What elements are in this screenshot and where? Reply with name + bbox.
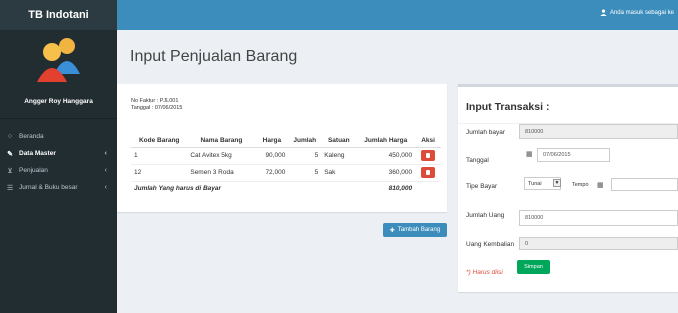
save-button[interactable]: Simpan (517, 260, 550, 274)
col-harga: Harga (255, 134, 289, 148)
items-table: Kode Barang Nama Barang Harga Jumlah Sat… (131, 134, 441, 195)
chevron-left-icon: ‹ (104, 167, 107, 174)
page-title: Input Penjualan Barang (130, 48, 298, 65)
cell-kode: 1 (131, 146, 188, 164)
chevron-down-icon[interactable]: ▼ (553, 179, 561, 187)
table-row: 12 Semen 3 Roda 72,000 5 Sak 360,000 (131, 163, 441, 181)
cell-nama: Semen 3 Roda (187, 163, 256, 181)
calendar-icon: ▦ (597, 182, 604, 189)
user-note-text: Anda masuk sebagai ke (609, 9, 674, 16)
cell-nama: Cat Avitex 5kg (187, 146, 256, 164)
cell-satuan: Sak (321, 163, 357, 181)
sidebar-item-beranda[interactable]: ○ Beranda (0, 128, 117, 145)
tipe-bayar-label: Tipe Bayar (466, 183, 498, 190)
invoice-number: No Faktur : PJL001 (131, 98, 179, 104)
book-icon: ☰ (6, 184, 14, 192)
col-nama-barang: Nama Barang (187, 134, 256, 148)
sidebar-menu: ○ Beranda ✎ Data Master ‹ ⊻ Penjualan ‹ … (0, 128, 117, 196)
delete-button[interactable] (421, 167, 436, 178)
invoice-date: Tanggal : 07/06/2015 (131, 105, 183, 111)
sidebar-item-data-master[interactable]: ✎ Data Master ‹ (0, 145, 117, 162)
avatar-icon (37, 38, 80, 82)
jumlah-bayar-label: Jumlah bayar (466, 129, 506, 136)
circle-o-icon: ○ (7, 133, 13, 140)
total-value: 810,000 (356, 180, 416, 195)
required-note: *) Harus diisi (466, 269, 503, 276)
col-aksi: Aksi (415, 134, 441, 148)
sidebar-divider (0, 118, 117, 119)
cell-jumlah-harga: 360,000 (356, 163, 416, 181)
user-menu[interactable]: Anda masuk sebagai ke (600, 9, 674, 16)
kembalian-field[interactable]: 0 (519, 237, 678, 250)
plus-icon: ✚ (389, 227, 395, 234)
transaction-title: Input Transaksi : (466, 101, 550, 113)
sidebar-item-penjualan[interactable]: ⊻ Penjualan ‹ (0, 162, 117, 179)
cell-harga: 72,000 (255, 163, 289, 181)
cell-jumlah-harga: 450,000 (356, 146, 416, 164)
table-total-row: Jumlah Yang harus di Bayar 810,000 (131, 180, 441, 195)
table-header-row: Kode Barang Nama Barang Harga Jumlah Sat… (131, 134, 441, 148)
calendar-icon: ▦ (526, 151, 533, 158)
chevron-left-icon: ‹ (104, 184, 107, 191)
cell-jumlah: 5 (288, 146, 322, 164)
cell-harga: 90,000 (255, 146, 289, 164)
col-satuan: Satuan (321, 134, 357, 148)
delete-button[interactable] (421, 150, 436, 161)
top-navbar: Anda masuk sebagai ke (117, 0, 678, 30)
jumlah-uang-label: Jumlah Uang (466, 212, 505, 219)
invoice-info: No Faktur : PJL001 Tanggal : 07/06/2015 (131, 98, 182, 112)
chevron-left-icon: ‹ (104, 150, 107, 157)
col-kode-barang: Kode Barang (131, 134, 188, 148)
cell-aksi (415, 146, 441, 164)
tempo-label: Tempo (572, 182, 589, 188)
cell-satuan: Kaleng (321, 146, 357, 164)
total-label: Jumlah Yang harus di Bayar (131, 180, 357, 195)
app-brand[interactable]: TB Indotani (0, 0, 117, 30)
total-empty-cell (415, 180, 441, 195)
user-icon (600, 9, 607, 16)
col-jumlah-harga: Jumlah Harga (356, 134, 416, 148)
jumlah-uang-field[interactable]: 810000 (519, 210, 678, 226)
cart-icon: ⊻ (7, 167, 13, 175)
cell-aksi (415, 163, 441, 181)
table-row: 1 Cat Avitex 5kg 90,000 5 Kaleng 450,000 (131, 146, 441, 164)
items-panel: No Faktur : PJL001 Tanggal : 07/06/2015 … (117, 84, 447, 212)
add-item-label: Tambah Barang (397, 227, 441, 233)
sidebar-item-label: Data Master (19, 150, 56, 157)
tempo-field[interactable] (611, 178, 678, 191)
sidebar-item-jurnal[interactable]: ☰ Jurnal & Buku besar ‹ (0, 179, 117, 196)
sidebar-item-label: Penjualan (19, 167, 48, 174)
sidebar-item-label: Beranda (19, 133, 44, 140)
jumlah-bayar-field[interactable]: 810000 (519, 124, 678, 139)
trash-icon (426, 153, 431, 158)
trash-icon (426, 170, 431, 175)
kembalian-label: Uang Kembalian (466, 241, 515, 248)
tanggal-label: Tanggal (466, 157, 489, 164)
cell-jumlah: 5 (288, 163, 322, 181)
tanggal-field[interactable]: 07/06/2015 (537, 148, 610, 162)
add-item-button[interactable]: ✚ Tambah Barang (383, 223, 447, 237)
sidebar-user-name: Angger Roy Hanggara (24, 98, 93, 105)
col-jumlah: Jumlah (288, 134, 322, 148)
edit-icon: ✎ (7, 150, 13, 158)
sidebar: Angger Roy Hanggara ○ Beranda ✎ Data Mas… (0, 30, 117, 313)
cell-kode: 12 (131, 163, 188, 181)
sidebar-item-label: Jurnal & Buku besar (19, 184, 78, 191)
